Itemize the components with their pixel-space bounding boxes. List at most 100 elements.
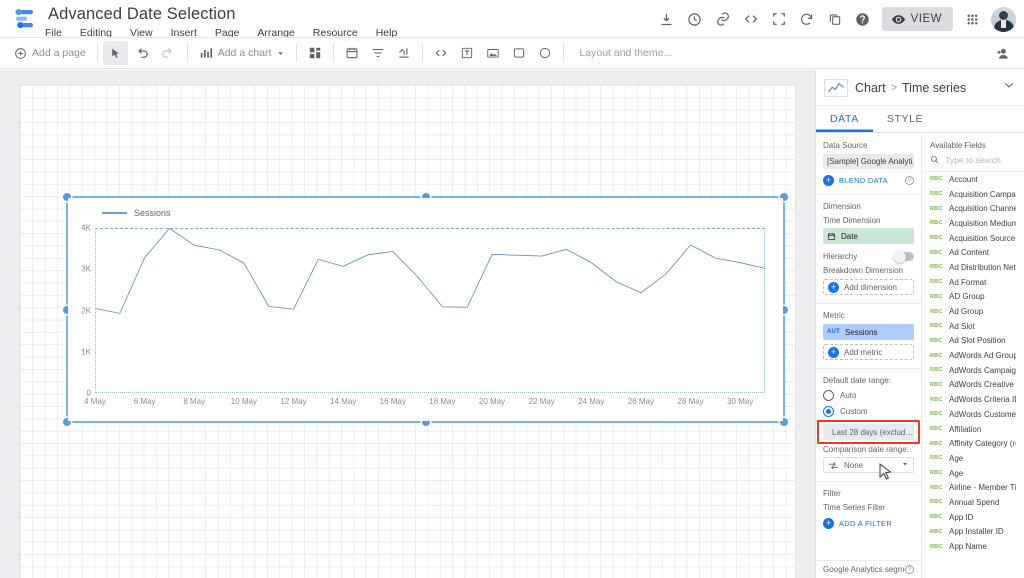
add-chart-button[interactable]: Add a chart: [193, 41, 292, 65]
field-list-item[interactable]: RBCAdWords Criteria ID: [922, 392, 1024, 407]
field-list-item[interactable]: RBCAge: [922, 466, 1024, 481]
field-list-item[interactable]: RBCAd Slot: [922, 319, 1024, 334]
plus-circle-icon: +: [828, 282, 839, 293]
field-name: Age: [949, 469, 963, 478]
user-avatar[interactable]: [991, 7, 1016, 32]
image-button[interactable]: [480, 41, 506, 65]
search-input[interactable]: [945, 155, 1016, 165]
radio-auto-label: Auto: [840, 391, 856, 400]
y-axis-tick-1k: 1K: [81, 347, 91, 356]
text-box-button[interactable]: [454, 41, 480, 65]
field-list-item[interactable]: RBCAd Group: [922, 304, 1024, 319]
field-list-item[interactable]: RBCAffiliation: [922, 422, 1024, 437]
time-series-chart[interactable]: Sessions 0 1K 2K 3K 4K 4 May 6 May 8 May…: [68, 198, 783, 421]
tab-data[interactable]: DATA: [816, 106, 873, 132]
available-fields-list[interactable]: RBCAccountRBCAcquisition CampaignRBCAcqu…: [922, 172, 1024, 554]
download-icon[interactable]: [653, 5, 681, 33]
layout-and-theme-button[interactable]: Layout and theme...: [579, 47, 672, 59]
chart-plot-area: 0 1K 2K 3K 4K 4 May 6 May 8 May 10 May 1…: [95, 228, 765, 393]
add-page-button[interactable]: Add a page: [8, 41, 92, 65]
field-list-item[interactable]: RBCAcquisition Campaign: [922, 187, 1024, 202]
view-button[interactable]: VIEW: [882, 7, 953, 31]
url-embed-button[interactable]: [428, 41, 454, 65]
field-type-badge: RBC: [930, 485, 941, 491]
time-series-filter-label: Time Series Filter: [823, 503, 914, 512]
tab-style[interactable]: STYLE: [873, 106, 937, 132]
copy-icon[interactable]: [821, 5, 849, 33]
add-a-filter-button[interactable]: + ADD A FILTER: [823, 518, 914, 529]
field-list-item[interactable]: RBCApp ID: [922, 510, 1024, 525]
data-source-chip[interactable]: [Sample] Google Analyti…: [823, 154, 914, 169]
avatar-head: [999, 11, 1008, 20]
hierarchy-toggle[interactable]: [894, 252, 914, 261]
field-list-item[interactable]: RBCAdWords Creative ID: [922, 378, 1024, 393]
field-name: Ad Content: [949, 248, 989, 257]
field-list-item[interactable]: RBCAdWords Ad Group ID: [922, 348, 1024, 363]
community-visualizations-button[interactable]: [302, 41, 328, 65]
embed-code-icon[interactable]: [737, 5, 765, 33]
time-dimension-field-label: Date: [841, 232, 858, 241]
field-list-item[interactable]: RBCAd Format: [922, 275, 1024, 290]
comparison-date-range-dropdown[interactable]: None: [823, 457, 914, 473]
date-range-control-button[interactable]: [339, 41, 365, 65]
field-list-item[interactable]: RBCAccount: [922, 172, 1024, 187]
filter-control-button[interactable]: [365, 41, 391, 65]
redo-button[interactable]: [155, 41, 182, 65]
date-range-option-auto[interactable]: Auto: [823, 390, 914, 401]
redo-icon: [161, 46, 176, 61]
apps-grid-icon[interactable]: [958, 5, 986, 33]
question-mark-icon[interactable]: ?: [905, 176, 914, 185]
time-dimension-field-date[interactable]: Date: [823, 228, 914, 244]
question-mark-icon[interactable]: ?: [905, 565, 914, 574]
google-analytics-segment-row[interactable]: Google Analytics segment ?: [816, 560, 921, 578]
field-type-badge: RBC: [930, 529, 941, 535]
add-metric-button[interactable]: + Add metric: [823, 344, 914, 360]
field-list-item[interactable]: RBCAnnual Spend: [922, 495, 1024, 510]
add-dimension-button[interactable]: + Add dimension: [823, 279, 914, 295]
metric-field-sessions[interactable]: AUT Sessions: [823, 324, 914, 340]
version-history-icon[interactable]: [681, 5, 709, 33]
panel-title: Chart > Time series: [855, 81, 966, 95]
embed-icon: [434, 46, 448, 60]
field-list-item[interactable]: RBCAd Content: [922, 245, 1024, 260]
field-list-item[interactable]: RBCAd Slot Position: [922, 334, 1024, 349]
rectangle-button[interactable]: [506, 41, 532, 65]
blend-data-label: BLEND DATA: [839, 176, 888, 185]
field-type-badge: RBC: [930, 279, 941, 285]
field-type-badge: RBC: [930, 220, 941, 226]
circle-button[interactable]: [532, 41, 558, 65]
undo-button[interactable]: [128, 41, 155, 65]
circle-icon: [538, 46, 552, 60]
field-name: App Name: [949, 542, 987, 551]
view-button-label: VIEW: [911, 13, 942, 25]
select-tool-button[interactable]: [103, 41, 128, 65]
blend-data-button[interactable]: + BLEND DATA ?: [823, 175, 914, 186]
report-canvas[interactable]: Sessions 0 1K 2K 3K 4K 4 May 6 May 8 May…: [0, 70, 815, 578]
field-list-item[interactable]: RBCAdWords Customer ID: [922, 407, 1024, 422]
document-title[interactable]: Advanced Date Selection: [48, 5, 236, 24]
field-list-item[interactable]: RBCAirline - Member Tier: [922, 480, 1024, 495]
field-list-item[interactable]: RBCAcquisition Channel: [922, 201, 1024, 216]
date-range-option-custom[interactable]: Custom: [823, 406, 914, 417]
selection-edge-right: [783, 196, 785, 423]
field-list-item[interactable]: RBCAd Distribution Netwo…: [922, 260, 1024, 275]
fullscreen-icon[interactable]: [765, 5, 793, 33]
data-control-button[interactable]: [391, 41, 417, 65]
field-list-item[interactable]: RBCAdWords Campaign ID: [922, 363, 1024, 378]
field-list-item[interactable]: RBCApp Name: [922, 539, 1024, 554]
link-icon[interactable]: [709, 5, 737, 33]
field-name: Ad Group: [949, 307, 983, 316]
field-list-item[interactable]: RBCAge: [922, 451, 1024, 466]
toolbar-divider: [296, 44, 297, 62]
chevron-down-icon[interactable]: [1002, 78, 1016, 97]
field-list-item[interactable]: RBCApp Installer ID: [922, 525, 1024, 540]
field-list-item[interactable]: RBCAcquisition Source: [922, 231, 1024, 246]
field-list-item[interactable]: RBCAD Group: [922, 290, 1024, 305]
field-list-item[interactable]: RBCAcquisition Medium: [922, 216, 1024, 231]
field-list-item[interactable]: RBCAffinity Category (reac…: [922, 436, 1024, 451]
add-person-icon[interactable]: [990, 42, 1014, 66]
help-icon[interactable]: [849, 5, 877, 33]
refresh-icon[interactable]: [793, 5, 821, 33]
x-axis-tick-13: 30 May: [727, 397, 753, 406]
report-page[interactable]: Sessions 0 1K 2K 3K 4K 4 May 6 May 8 May…: [20, 85, 795, 578]
